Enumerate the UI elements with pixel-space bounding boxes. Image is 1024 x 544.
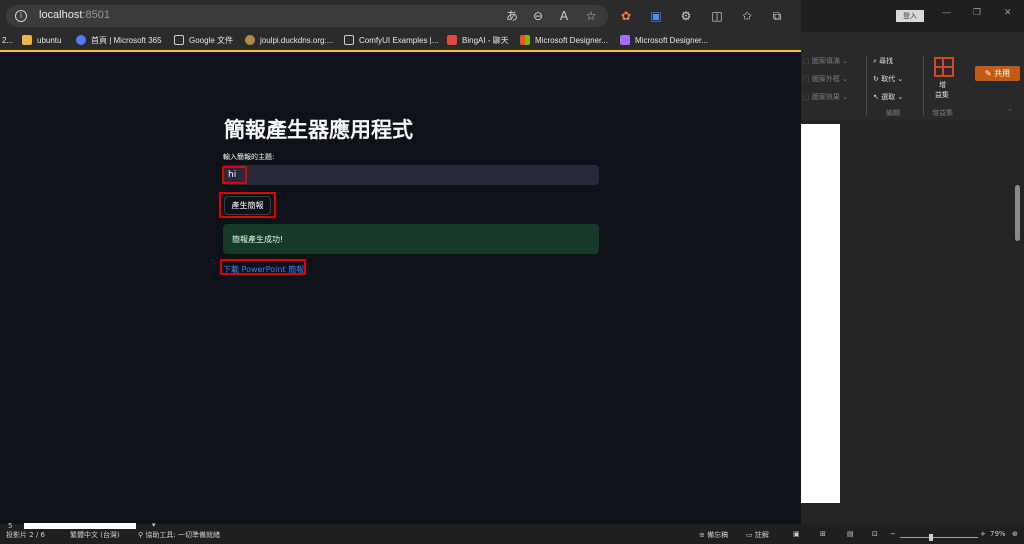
chevron-down-icon[interactable]: ▾ (152, 521, 156, 529)
url-text[interactable]: localhost:8501 (39, 9, 110, 21)
slideshow-icon[interactable]: ⊡ (872, 530, 878, 538)
share-button[interactable]: ✎ 共用 (975, 66, 1020, 81)
globe-icon (245, 35, 255, 45)
close-icon[interactable]: ✕ (1004, 8, 1012, 18)
document-icon (344, 35, 354, 45)
read-aloud-icon[interactable]: あ (504, 8, 520, 24)
reading-view-icon[interactable]: ▤ (847, 530, 854, 538)
zoom-level[interactable]: 79% (990, 530, 1006, 538)
shape-outline-button[interactable]: ⬚ 圖案外框 ⌄ (803, 74, 848, 84)
folder-icon (22, 35, 32, 45)
favorite-star-icon[interactable]: ☆ (583, 8, 599, 24)
bookmark-item[interactable]: ComfyUI Examples |... (344, 34, 438, 48)
addins-label-line2[interactable]: 益集 (935, 90, 949, 100)
favorites-icon[interactable]: ✩ (739, 8, 755, 24)
status-bar: 5 ▾ 投影片 2 / 6 繁體中文 (台灣) ⚲ 協助工具: 一切準備就緒 ≡… (0, 521, 1024, 544)
find-button[interactable]: ⌕ 尋找 (873, 56, 893, 66)
fit-to-window-icon[interactable]: ⊕ (1012, 530, 1018, 538)
slide-sorter-icon[interactable]: ⊞ (820, 530, 826, 538)
slide-canvas[interactable] (801, 124, 840, 503)
microsoft365-icon (76, 35, 86, 45)
replace-button[interactable]: ↻ 取代 ⌄ (873, 74, 903, 84)
bing-icon (447, 35, 457, 45)
bookmark-item[interactable]: Microsoft Designer... (520, 34, 608, 48)
topic-input-label: 輸入簡報的主題: (223, 153, 275, 161)
zoom-out-button[interactable]: − (890, 530, 896, 538)
microsoft-logo-icon (520, 35, 530, 45)
success-alert: 簡報產生成功! (223, 224, 599, 254)
addins-icon[interactable] (934, 57, 954, 77)
text-size-icon[interactable]: A (556, 8, 572, 24)
shape-fill-button[interactable]: ⬚ 圖案填滿 ⌄ (803, 56, 848, 66)
divider (923, 56, 924, 116)
minimize-icon[interactable]: — (942, 8, 951, 18)
editing-group-label: 編輯 (886, 109, 900, 117)
comments-button[interactable]: ▭ 註解 (746, 530, 769, 540)
page-title: 簡報產生器應用程式 (224, 118, 413, 142)
bookmarks-bar: 2... ubuntu 首頁 | Microsoft 365 Google 文件… (0, 31, 801, 50)
bookmark-item[interactable]: Google 文件 (174, 34, 233, 48)
notes-button[interactable]: ≡ 備忘稿 (699, 530, 728, 540)
addins-label-line1[interactable]: 增 (939, 80, 946, 90)
signin-button[interactable]: 登入 (896, 10, 924, 22)
address-bar: i localhost:8501 あ ⊖ A ☆ ✿ ▣ ⚙ ◫ ✩ ⧉ (0, 0, 801, 31)
bookmark-item[interactable]: Microsoft Designer... (620, 34, 708, 48)
designer-icon (620, 35, 630, 45)
info-icon[interactable]: i (15, 10, 27, 22)
zoom-slider-thumb[interactable] (929, 534, 933, 541)
slide-number: 5 (8, 522, 13, 530)
topic-input[interactable] (223, 165, 599, 185)
zoom-out-icon[interactable]: ⊖ (530, 8, 546, 24)
split-screen-icon[interactable]: ◫ (709, 8, 725, 24)
restore-icon[interactable]: ❐ (973, 8, 981, 18)
normal-view-icon[interactable]: ▣ (793, 530, 800, 538)
screen: i localhost:8501 あ ⊖ A ☆ ✿ ▣ ⚙ ◫ ✩ ⧉ 2..… (0, 0, 1024, 544)
ribbon: ✎ 共用 ⬚ 圖案填滿 ⌄ ⬚ 圖案外框 ⌄ ⬚ 圖案效果 ⌄ ⌕ 尋找 ↻ 取… (801, 32, 1024, 120)
powerpoint-window: 登入 — ❐ ✕ ✎ 共用 ⬚ 圖案填滿 ⌄ ⬚ 圖案外框 ⌄ ⬚ 圖案效果 ⌄… (801, 0, 1024, 544)
bookmark-item[interactable]: ubuntu (22, 34, 61, 48)
browser-window: i localhost:8501 あ ⊖ A ☆ ✿ ▣ ⚙ ◫ ✩ ⧉ 2..… (0, 0, 801, 524)
slide-info: 投影片 2 / 6 (6, 531, 45, 539)
collections-icon[interactable]: ⧉ (769, 8, 785, 24)
bookmark-item[interactable]: joulpi.duckdns.org:... (245, 34, 333, 48)
bookmark-item[interactable]: BingAI - 聊天 (447, 34, 509, 48)
extension-icon[interactable]: ✿ (618, 8, 634, 24)
download-pptx-link[interactable]: 下載 PowerPoint 簡報 (223, 264, 304, 275)
divider (866, 56, 867, 116)
collapse-ribbon-icon[interactable]: ⌃ (1007, 108, 1013, 116)
accessibility-status[interactable]: ⚲ 協助工具: 一切準備就緒 (138, 530, 220, 540)
vertical-scrollbar[interactable] (1015, 185, 1020, 241)
success-message: 簡報產生成功! (232, 235, 284, 244)
language-status[interactable]: 繁體中文 (台灣) (70, 530, 120, 540)
addins-group-label: 增益集 (932, 109, 953, 117)
generate-presentation-button[interactable]: 產生簡報 (224, 196, 271, 215)
bookmark-item[interactable]: 首頁 | Microsoft 365 (76, 34, 162, 48)
zoom-slider-track[interactable] (900, 537, 978, 538)
select-button[interactable]: ↖ 選取 ⌄ (873, 92, 903, 102)
zoom-in-button[interactable]: + (980, 530, 986, 538)
notes-pane-thumbnail (24, 523, 136, 529)
streamlit-decoration-line (0, 50, 801, 52)
title-bar: 登入 — ❐ ✕ (801, 0, 1024, 32)
extensions-puzzle-icon[interactable]: ⚙ (678, 8, 694, 24)
bookmark-item[interactable]: 2... (2, 34, 13, 48)
shape-effects-button[interactable]: ⬚ 圖案效果 ⌄ (803, 92, 848, 102)
document-icon (174, 35, 184, 45)
translate-icon[interactable]: ▣ (648, 8, 664, 24)
